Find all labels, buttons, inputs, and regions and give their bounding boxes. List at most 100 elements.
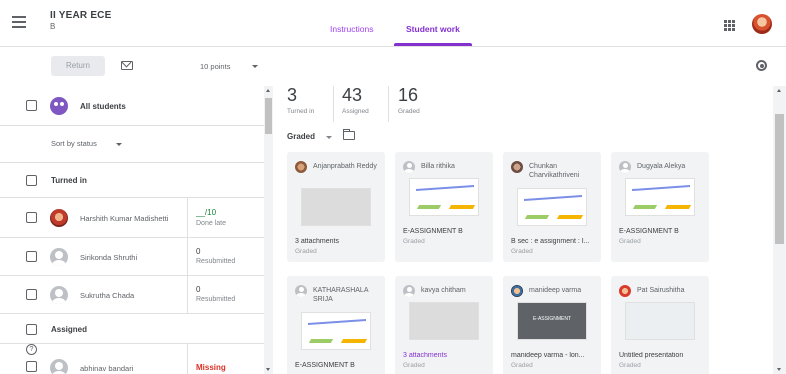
submission-status: Done late <box>196 220 226 227</box>
select-all-checkbox[interactable] <box>26 100 37 111</box>
stat-graded: 16 Graded <box>398 86 420 124</box>
return-button[interactable]: Return <box>51 56 105 76</box>
thumbnail-title: E-ASSIGNMENT <box>532 316 572 322</box>
select-assigned-checkbox[interactable] <box>26 324 37 335</box>
student-name: Sukrutha Chada <box>80 291 135 300</box>
card-status: Graded <box>295 248 317 255</box>
card-attachment-label: E-ASSIGNMENT B <box>295 362 355 369</box>
folder-icon[interactable] <box>343 129 355 140</box>
attachment-thumbnail <box>409 178 479 216</box>
select-turned-in-checkbox[interactable] <box>26 175 37 186</box>
card-student-name: Billa rithika <box>421 163 455 170</box>
active-tab-indicator <box>394 43 472 46</box>
turned-in-heading: Turned in <box>51 176 87 185</box>
submission-card[interactable]: kavya chitham 3 attachments Graded <box>395 276 493 374</box>
submission-card[interactable]: manideep varma E-ASSIGNMENT manideep var… <box>503 276 601 374</box>
stat-turned-in: 3 Turned in <box>287 86 314 124</box>
chevron-down-icon[interactable] <box>252 65 258 68</box>
student-avatar <box>295 161 307 173</box>
settings-gear-icon[interactable] <box>756 60 767 71</box>
student-avatar <box>295 285 307 297</box>
student-roster: All students Sort by status Turned in Ha… <box>0 86 265 374</box>
grading-toolbar: Return 10 points <box>0 48 786 86</box>
student-avatar <box>619 285 631 297</box>
hamburger-menu-icon[interactable] <box>12 16 26 28</box>
card-student-name: Pat Sairushitha <box>637 287 685 294</box>
card-student-name: Chunkan Charvikathriveni <box>529 163 580 179</box>
tab-instructions[interactable]: Instructions <box>320 0 383 47</box>
email-icon[interactable] <box>121 61 133 70</box>
assigned-heading: Assigned <box>51 325 88 334</box>
submissions-scrollbar[interactable] <box>773 86 786 374</box>
scroll-down-arrow-icon[interactable] <box>266 368 270 371</box>
divider <box>187 198 188 237</box>
chevron-down-icon[interactable] <box>116 143 122 146</box>
student-avatar <box>50 248 68 266</box>
student-avatar <box>619 161 631 173</box>
card-attachment-label[interactable]: 3 attachments <box>403 352 491 359</box>
grade-input[interactable]: 0 <box>196 285 200 294</box>
student-row[interactable]: Sirikonda Shruthi 0 Resubmitted <box>0 238 265 276</box>
card-student-name: manideep varma <box>529 287 582 294</box>
tab-student-work[interactable]: Student work <box>396 0 470 47</box>
scrollbar-thumb[interactable] <box>775 114 784 244</box>
student-avatar <box>403 161 415 173</box>
student-row[interactable]: Harshith Kumar Madishetti __/10 Done lat… <box>0 198 265 238</box>
scroll-up-arrow-icon[interactable] <box>777 89 781 92</box>
stat-value: 3 <box>287 86 298 105</box>
student-row[interactable]: abhinav bandari Missing <box>0 344 265 374</box>
status-filter-select[interactable]: Graded <box>287 132 315 141</box>
student-avatar <box>403 285 415 297</box>
card-attachment-label: 3 attachments <box>295 238 339 245</box>
apps-grid-icon[interactable] <box>724 20 735 31</box>
submission-card[interactable]: Chunkan Charvikathriveni B sec : e assig… <box>503 152 601 262</box>
scroll-up-arrow-icon[interactable] <box>266 89 270 92</box>
submission-status: Resubmitted <box>196 258 236 265</box>
student-avatar <box>50 359 68 374</box>
student-checkbox[interactable] <box>26 251 37 262</box>
student-row[interactable]: Sukrutha Chada 0 Resubmitted <box>0 276 265 314</box>
divider <box>187 238 188 275</box>
student-avatar <box>50 209 68 227</box>
card-status: Graded <box>403 362 425 369</box>
submission-card[interactable]: Billa rithika E-ASSIGNMENT B Graded <box>395 152 493 262</box>
scrollbar-thumb[interactable] <box>265 98 272 134</box>
divider <box>187 344 188 374</box>
submission-card[interactable]: Dugyala Alekya E-ASSIGNMENT B Graded <box>611 152 709 262</box>
card-status: Graded <box>511 362 533 369</box>
attachment-thumbnail <box>625 178 695 216</box>
student-checkbox[interactable] <box>26 361 37 372</box>
class-title[interactable]: II YEAR ECE <box>50 10 111 21</box>
student-name: Harshith Kumar Madishetti <box>80 214 169 223</box>
student-checkbox[interactable] <box>26 212 37 223</box>
submission-card[interactable]: Anjanprabath Reddy 3 attachments Graded <box>287 152 385 262</box>
attachment-thumbnail: E-ASSIGNMENT <box>517 302 587 340</box>
divider <box>388 86 389 122</box>
all-students-label: All students <box>80 102 126 111</box>
submission-card[interactable]: KATHARASHALA SRIJA E-ASSIGNMENT B <box>287 276 385 374</box>
attachment-thumbnail <box>517 188 587 226</box>
roster-scrollbar[interactable] <box>264 86 273 374</box>
card-attachment-label: B sec : e assignment : I... <box>511 238 590 245</box>
stat-label: Assigned <box>342 108 369 115</box>
stat-label: Graded <box>398 108 420 115</box>
assigned-heading-row: Assigned <box>0 314 265 344</box>
card-status: Graded <box>403 238 425 245</box>
missing-status: Missing <box>196 363 226 372</box>
divider <box>333 86 334 122</box>
grade-input[interactable]: 0 <box>196 247 200 256</box>
card-student-name: Anjanprabath Reddy <box>313 163 377 170</box>
grade-input[interactable]: __/10 <box>196 208 216 217</box>
card-attachment-label: E-ASSIGNMENT B <box>619 228 679 235</box>
card-status: Graded <box>619 238 641 245</box>
points-select[interactable]: 10 points <box>200 62 230 71</box>
account-avatar[interactable] <box>752 14 772 34</box>
submission-card[interactable]: Pat Sairushitha Untitled presentation Gr… <box>611 276 709 374</box>
all-students-row[interactable]: All students <box>0 86 265 126</box>
student-avatar <box>50 286 68 304</box>
sort-select[interactable]: Sort by status <box>51 139 97 148</box>
scroll-down-arrow-icon[interactable] <box>777 368 781 371</box>
divider <box>187 276 188 313</box>
student-checkbox[interactable] <box>26 289 37 300</box>
chevron-down-icon[interactable] <box>326 136 332 139</box>
